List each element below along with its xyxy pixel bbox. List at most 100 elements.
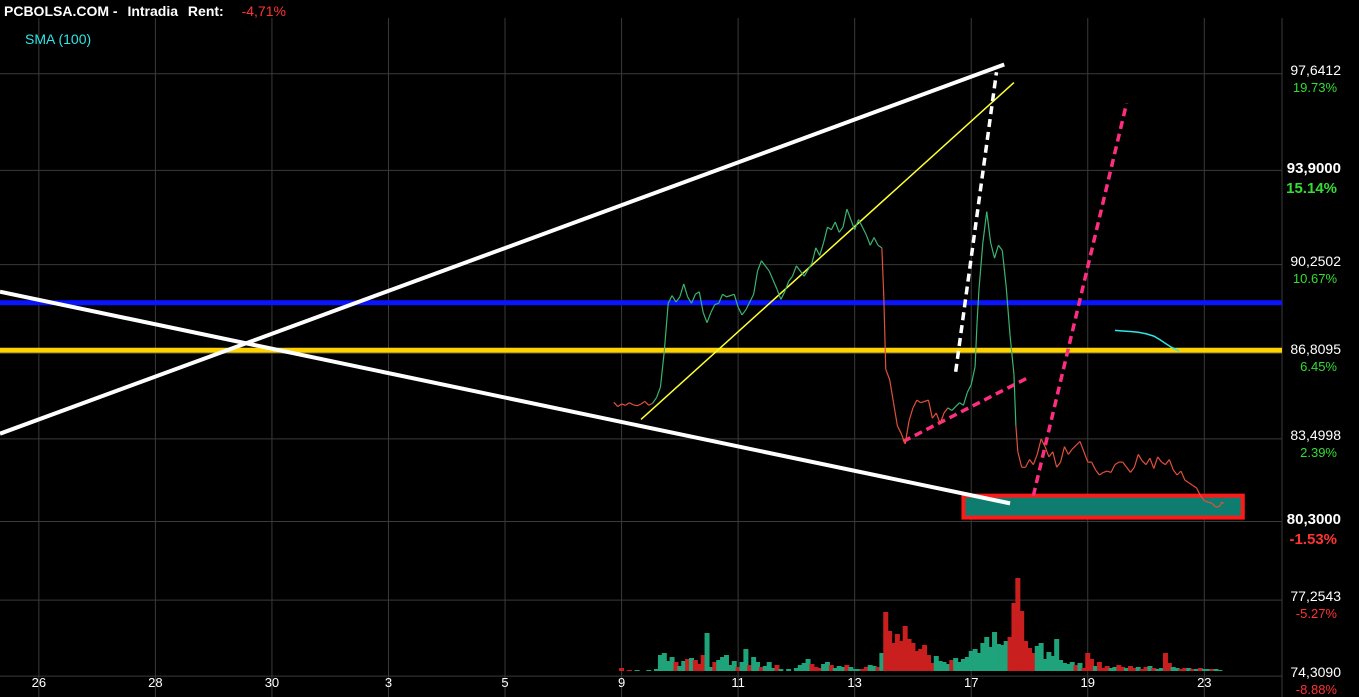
volume-bar <box>626 670 632 671</box>
price-segment <box>1056 461 1062 468</box>
mode-label: Intradia <box>127 3 179 19</box>
x-tick-label: 19 <box>1080 675 1095 690</box>
price-segment <box>959 402 964 406</box>
price-segment <box>791 265 797 277</box>
chart-header: PCBOLSA.COM - Intradia Rent: -4,71% <box>4 3 286 19</box>
price-segment <box>1091 461 1097 471</box>
price-segment <box>1133 454 1139 468</box>
price-segment <box>706 312 712 323</box>
price-segment <box>858 219 867 236</box>
price-segment <box>838 226 844 233</box>
price-segment <box>1184 479 1190 484</box>
price-segment <box>873 237 879 246</box>
price-segment <box>1103 470 1108 473</box>
y-price-label: 97,6412 <box>1290 61 1341 78</box>
price-segment <box>908 407 914 421</box>
price-segment <box>889 379 895 403</box>
price-segment <box>927 400 933 419</box>
price-segment <box>883 296 887 370</box>
price-segment <box>663 303 669 352</box>
price-segment <box>1001 250 1007 287</box>
price-segment <box>1137 454 1143 462</box>
y-price-label: 90,2502 <box>1290 252 1341 269</box>
price-segment <box>1130 466 1135 473</box>
price-segment <box>920 399 929 404</box>
price-segment <box>648 402 653 406</box>
price-segment <box>1067 448 1073 455</box>
price-segment <box>896 425 902 434</box>
y-price-label: 86,8095 <box>1290 341 1341 358</box>
y-pct-label: -5.27% <box>1295 606 1337 622</box>
y-pct-label: -1.53% <box>1289 531 1337 549</box>
price-segment <box>1079 441 1085 452</box>
volume-bar <box>646 670 652 671</box>
price-segment <box>1176 470 1182 476</box>
price-segment <box>788 275 793 282</box>
price-segment <box>621 403 626 406</box>
price-segment <box>990 242 996 259</box>
volume-bar <box>619 668 625 671</box>
price-segment <box>877 244 883 249</box>
price-segment <box>710 304 716 313</box>
price-segment <box>823 227 829 243</box>
price-segment <box>970 366 976 385</box>
price-segment <box>834 221 840 233</box>
price-segment <box>753 270 759 295</box>
trend-line-4 <box>902 375 1031 443</box>
price-segment <box>803 263 813 277</box>
price-segment <box>912 399 918 409</box>
price-segment <box>827 226 832 231</box>
price-segment <box>962 392 968 406</box>
price-segment <box>633 404 638 407</box>
price-segment <box>815 247 821 256</box>
price-segment <box>617 403 622 408</box>
price-segment <box>1141 460 1147 466</box>
price-segment <box>997 244 1003 251</box>
price-segment <box>1048 451 1054 458</box>
x-tick-label: 23 <box>1197 675 1212 690</box>
x-tick-label: 28 <box>148 675 163 690</box>
horizontal-levels <box>0 300 1282 353</box>
price-segment <box>1009 335 1015 375</box>
price-segment <box>881 247 885 297</box>
price-segment <box>846 208 852 220</box>
price-segment <box>636 403 642 407</box>
price-segment <box>1122 461 1128 468</box>
price-series <box>613 208 1225 508</box>
price-segment <box>976 289 980 323</box>
price-segment <box>1114 461 1120 466</box>
price-segment <box>986 211 992 243</box>
x-tick-label: 26 <box>31 675 47 690</box>
price-segment <box>683 283 689 298</box>
price-segment <box>679 283 685 298</box>
y-pct-label: 10.67% <box>1292 270 1337 286</box>
volume-bar <box>778 669 784 671</box>
x-tick-label: 30 <box>264 675 280 690</box>
price-segment <box>1017 451 1023 468</box>
price-segment <box>1083 451 1089 463</box>
price-segment <box>830 221 836 231</box>
price-segment <box>756 260 762 272</box>
price-segment <box>1044 446 1050 458</box>
price-segment <box>811 247 817 264</box>
price-segment <box>1099 471 1104 476</box>
price-segment <box>943 407 949 414</box>
support-box <box>961 493 1245 520</box>
price-segment <box>1025 459 1031 468</box>
price-segment <box>1005 286 1011 336</box>
y-price-label: 74,3090 <box>1290 664 1341 681</box>
volume-bar <box>1217 670 1223 671</box>
price-segment <box>722 293 727 298</box>
x-tick-label: 5 <box>501 675 509 690</box>
price-segment <box>760 260 770 272</box>
price-segment <box>966 384 972 393</box>
grid-lines <box>0 18 1283 697</box>
price-segment <box>1032 454 1038 465</box>
price-segment <box>1192 484 1197 489</box>
price-segment <box>892 402 898 427</box>
price-segment <box>629 402 634 406</box>
price-segment <box>1188 482 1193 486</box>
y-pct-label: 6.45% <box>1300 359 1337 375</box>
price-segment <box>1180 470 1186 481</box>
price-segment <box>613 401 619 407</box>
